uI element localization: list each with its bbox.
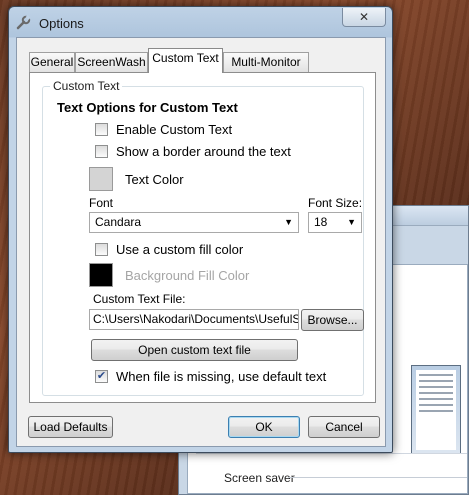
cancel-button[interactable]: Cancel <box>308 416 380 438</box>
chevron-down-icon: ▼ <box>284 217 293 227</box>
use-default-text-box[interactable]: ✔ <box>95 370 108 383</box>
custom-text-file-input[interactable]: C:\Users\Nakodari\Documents\UsefulSave <box>89 309 299 330</box>
tab-multi-monitor[interactable]: Multi-Monitor <box>223 52 309 72</box>
screen-saver-label: Screen saver <box>224 471 295 485</box>
custom-fill-label: Use a custom fill color <box>116 242 244 257</box>
text-color-swatch[interactable] <box>89 167 113 191</box>
open-custom-text-file-button[interactable]: Open custom text file <box>91 339 298 361</box>
font-size-value: 18 <box>314 215 328 229</box>
tab-general-label: General <box>30 55 74 69</box>
tab-screenwash-label: ScreenWash <box>77 55 146 69</box>
load-defaults-button[interactable]: Load Defaults <box>28 416 113 438</box>
show-border-box[interactable] <box>95 145 108 158</box>
enable-custom-text-box[interactable] <box>95 123 108 136</box>
font-value: Candara <box>95 215 142 229</box>
load-defaults-label: Load Defaults <box>33 420 108 434</box>
font-size-dropdown[interactable]: 18 ▼ <box>308 212 362 233</box>
text-color-label: Text Color <box>125 172 184 187</box>
use-default-text-label: When file is missing, use default text <box>116 369 327 384</box>
custom-fill-box[interactable] <box>95 243 108 256</box>
show-border-label: Show a border around the text <box>116 144 291 159</box>
wrench-icon <box>16 15 31 30</box>
open-file-button-label: Open custom text file <box>138 343 251 357</box>
window-title: Options <box>39 16 84 31</box>
show-border-checkbox[interactable]: Show a border around the text <box>95 144 291 159</box>
custom-fill-checkbox[interactable]: Use a custom fill color <box>95 242 243 257</box>
cancel-label: Cancel <box>325 420 363 434</box>
groupbox-legend: Custom Text <box>50 79 123 93</box>
options-dialog: Options ✕ General ScreenWash Custom Text… <box>8 6 393 453</box>
browse-button[interactable]: Browse... <box>301 309 364 331</box>
font-size-label: Font Size: <box>308 196 363 210</box>
tab-custom-text-label: Custom Text <box>152 51 219 65</box>
ok-button[interactable]: OK <box>228 416 300 438</box>
use-default-text-checkbox[interactable]: ✔ When file is missing, use default text <box>95 369 326 384</box>
title-bar[interactable]: Options ✕ <box>9 7 392 37</box>
chevron-down-icon: ▼ <box>347 217 356 227</box>
custom-text-file-label: Custom Text File: <box>93 292 186 306</box>
tab-screenwash[interactable]: ScreenWash <box>75 52 148 72</box>
background-fill-swatch[interactable] <box>89 263 113 287</box>
close-icon: ✕ <box>358 10 370 24</box>
preview-document <box>416 370 456 450</box>
close-button[interactable]: ✕ <box>342 8 386 27</box>
background-fill-label: Background Fill Color <box>125 268 250 283</box>
tab-custom-text[interactable]: Custom Text <box>148 48 223 73</box>
custom-text-panel: Custom Text Text Options for Custom Text… <box>29 72 376 403</box>
screen-saver-divider <box>288 477 467 478</box>
ok-label: OK <box>255 420 273 434</box>
section-heading: Text Options for Custom Text <box>57 100 238 115</box>
tab-general[interactable]: General <box>29 52 75 72</box>
custom-text-groupbox: Custom Text Text Options for Custom Text… <box>42 79 364 396</box>
enable-custom-text-checkbox[interactable]: Enable Custom Text <box>95 122 232 137</box>
font-dropdown[interactable]: Candara ▼ <box>89 212 299 233</box>
font-label: Font <box>89 196 114 210</box>
enable-custom-text-label: Enable Custom Text <box>116 122 233 137</box>
checkmark-icon: ✔ <box>96 370 107 382</box>
browse-button-label: Browse... <box>307 313 358 327</box>
custom-text-file-value: C:\Users\Nakodari\Documents\UsefulSave <box>93 312 299 326</box>
screen-saver-section: Screen saver <box>196 453 467 493</box>
tab-multi-monitor-label: Multi-Monitor <box>231 55 301 69</box>
dialog-client-area: General ScreenWash Custom Text Multi-Mon… <box>16 37 386 447</box>
